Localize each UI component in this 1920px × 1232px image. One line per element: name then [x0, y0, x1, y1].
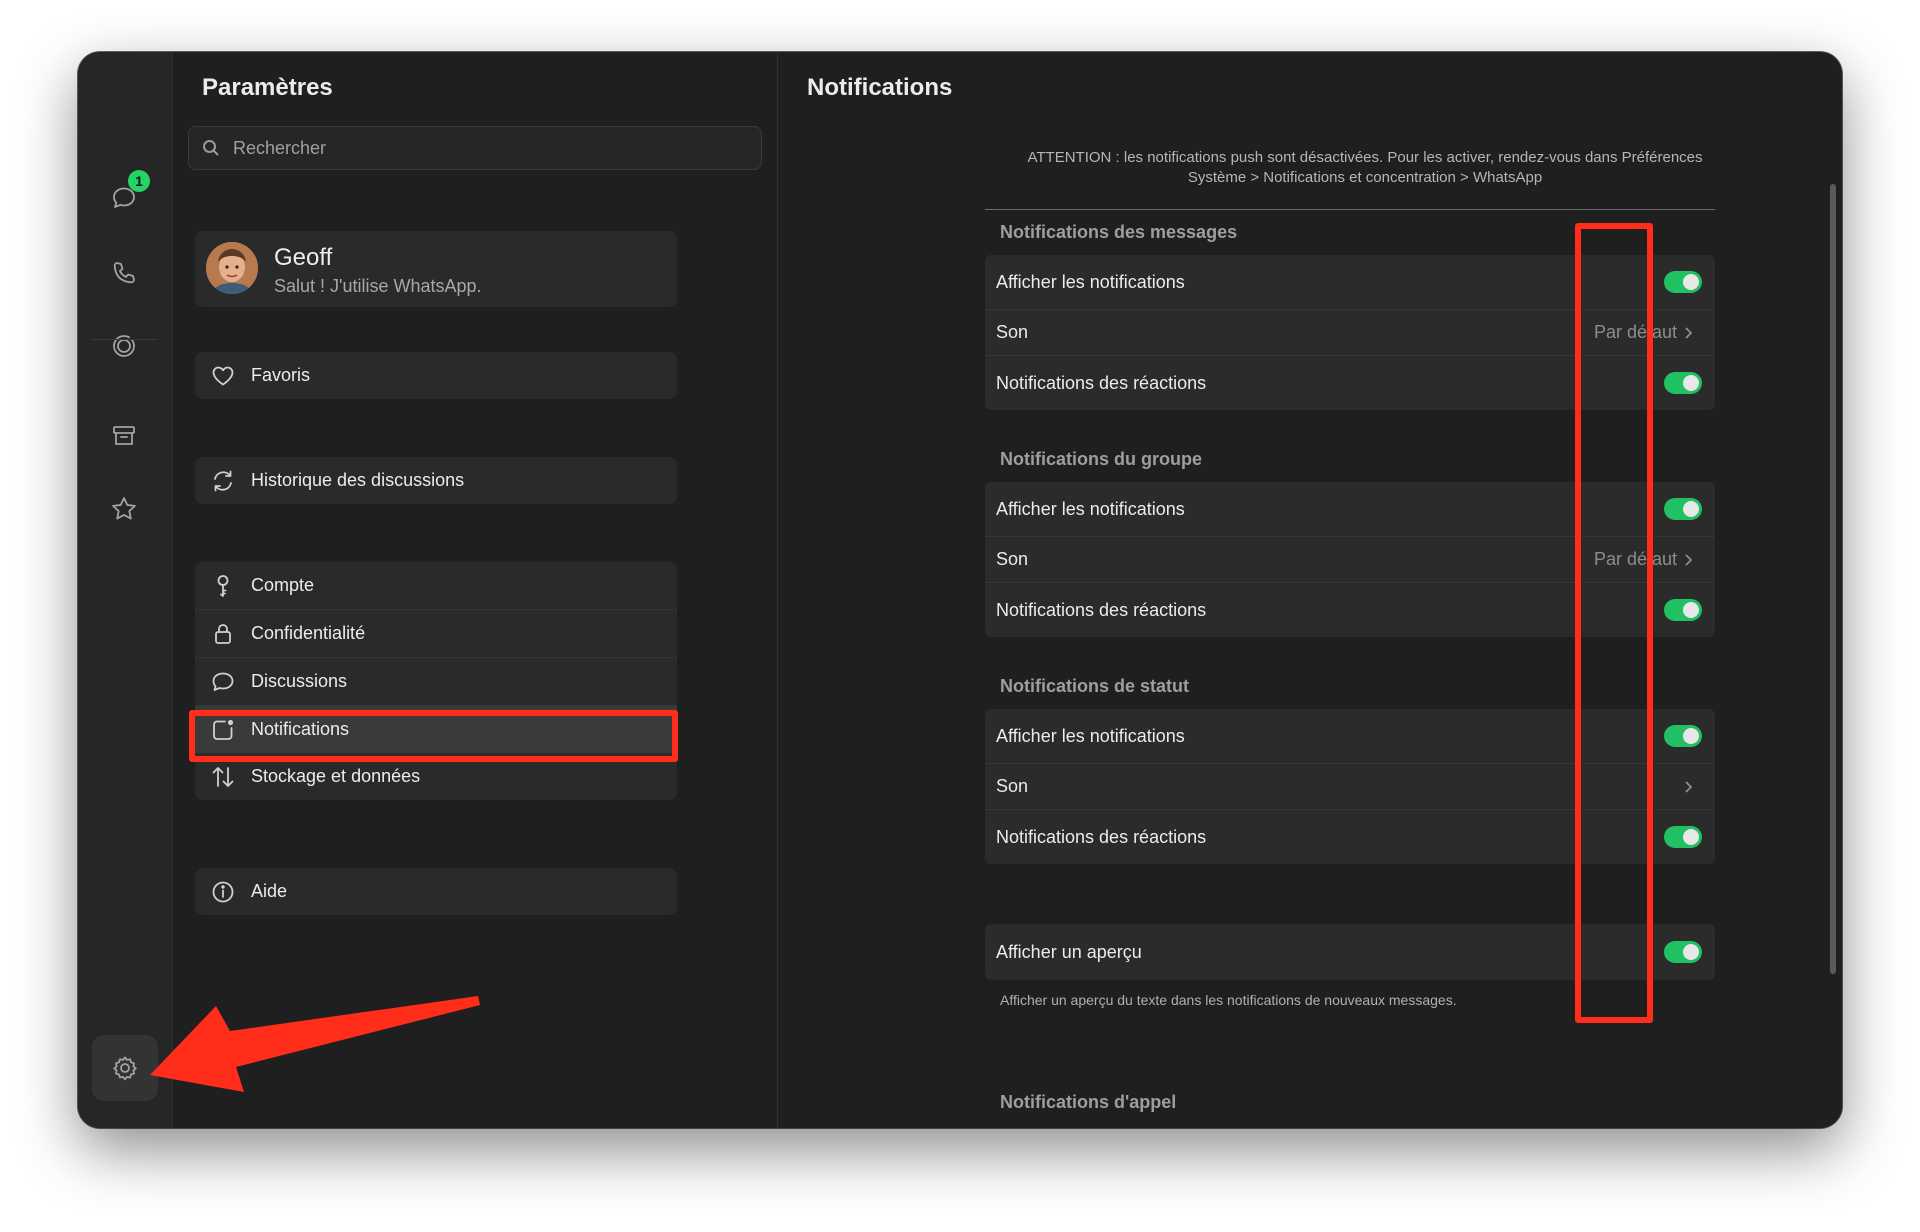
warning-divider: [985, 209, 1715, 210]
messages-reactions-toggle[interactable]: [1664, 372, 1702, 394]
search-input[interactable]: [231, 136, 735, 160]
settings-button[interactable]: [92, 1035, 158, 1101]
menu-item-chat-history[interactable]: Historique des discussions: [195, 457, 677, 504]
preview-label: Afficher un aperçu: [996, 941, 1142, 962]
chat-history-card: Historique des discussions: [195, 457, 677, 504]
avatar: [206, 242, 258, 294]
section-title-group: Notifications du groupe: [1000, 449, 1202, 469]
settings-icon: [113, 1056, 137, 1081]
key-icon: [217, 574, 229, 597]
archive-button[interactable]: [100, 412, 148, 460]
up-down-arrows-icon: [212, 766, 234, 787]
rail-divider: [92, 339, 158, 340]
scrollbar[interactable]: [1830, 184, 1836, 974]
menu-label-favorites: Favoris: [251, 365, 311, 385]
push-warning: ATTENTION : les notifications push sont …: [1027, 149, 1703, 186]
archive-icon: [113, 426, 135, 445]
status-icon: [113, 335, 135, 357]
menu-item-help[interactable]: Aide: [195, 868, 677, 915]
menu-label-chats: Discussions: [251, 671, 348, 691]
status-show-label: Afficher les notifications: [996, 725, 1185, 746]
menu-label-account: Compte: [251, 575, 315, 595]
highlight-box-toggles: [1575, 223, 1653, 1023]
status-sound-label: Son: [996, 776, 1029, 796]
search-icon: [203, 140, 219, 156]
lock-icon: [215, 623, 231, 644]
status-reactions-toggle[interactable]: [1664, 826, 1702, 848]
group-reactions-toggle[interactable]: [1664, 599, 1702, 621]
chevron-right-icon: [1685, 553, 1693, 566]
menu-label-chat-history: Historique des discussions: [251, 470, 465, 490]
messages-sound-label: Son: [996, 322, 1029, 342]
starred-icon: [112, 497, 136, 520]
preview-description: Afficher un aperçu du texte dans les not…: [1000, 992, 1457, 1008]
settings-menu-card: Compte Confidentialité Discussions Notif…: [195, 562, 677, 800]
group-show-label: Afficher les notifications: [996, 498, 1185, 519]
starred-button[interactable]: [100, 485, 148, 533]
info-icon: [212, 881, 234, 902]
menu-item-favorites[interactable]: Favoris: [195, 352, 677, 399]
messages-reactions-label: Notifications des réactions: [996, 372, 1207, 393]
menu-item-chats[interactable]: Discussions: [195, 657, 677, 705]
heart-icon: [212, 366, 234, 385]
section-title-calls: Notifications d'appel: [1000, 1092, 1177, 1112]
section-title-messages: Notifications des messages: [1000, 222, 1238, 242]
unread-badge: 1: [128, 170, 150, 192]
menu-item-privacy[interactable]: Confidentialité: [195, 609, 677, 657]
menu-label-help: Aide: [251, 881, 288, 901]
profile-name: Geoff: [274, 244, 333, 271]
highlight-box-notifications-nav: [189, 710, 678, 762]
settings-column: Paramètres Geoff Salut ! J'utilise Whats…: [173, 52, 778, 1128]
sync-icon: [214, 470, 232, 491]
chevron-right-icon: [1685, 780, 1693, 793]
group-sound-label: Son: [996, 549, 1029, 569]
status-button[interactable]: [100, 322, 148, 370]
menu-label-privacy: Confidentialité: [251, 623, 366, 643]
nav-rail: 1: [78, 52, 173, 1128]
favorites-card: Favoris: [195, 352, 677, 399]
menu-label-storage: Stockage et données: [251, 766, 421, 786]
group-show-toggle[interactable]: [1664, 498, 1702, 520]
chats-button[interactable]: 1: [100, 170, 150, 222]
preview-toggle[interactable]: [1664, 941, 1702, 963]
status-show-toggle[interactable]: [1664, 725, 1702, 747]
section-title-status: Notifications de statut: [1000, 676, 1190, 696]
status-reactions-label: Notifications des réactions: [996, 826, 1207, 847]
notifications-title: Notifications: [807, 74, 953, 101]
profile-status: Salut ! J'utilise WhatsApp.: [274, 276, 482, 296]
calls-icon: [113, 262, 135, 284]
calls-button[interactable]: [100, 249, 148, 297]
notifications-panel: Notifications ATTENTION : les notificati…: [778, 52, 1842, 1128]
chat-bubble-icon: [212, 672, 234, 691]
messages-show-toggle[interactable]: [1664, 271, 1702, 293]
messages-show-label: Afficher les notifications: [996, 271, 1185, 292]
search-bar[interactable]: [188, 126, 762, 170]
profile-card[interactable]: Geoff Salut ! J'utilise WhatsApp.: [195, 231, 677, 307]
menu-item-account[interactable]: Compte: [195, 562, 677, 609]
help-card: Aide: [195, 868, 677, 915]
group-reactions-label: Notifications des réactions: [996, 599, 1207, 620]
chevron-right-icon: [1685, 326, 1693, 339]
settings-title: Paramètres: [202, 74, 333, 101]
